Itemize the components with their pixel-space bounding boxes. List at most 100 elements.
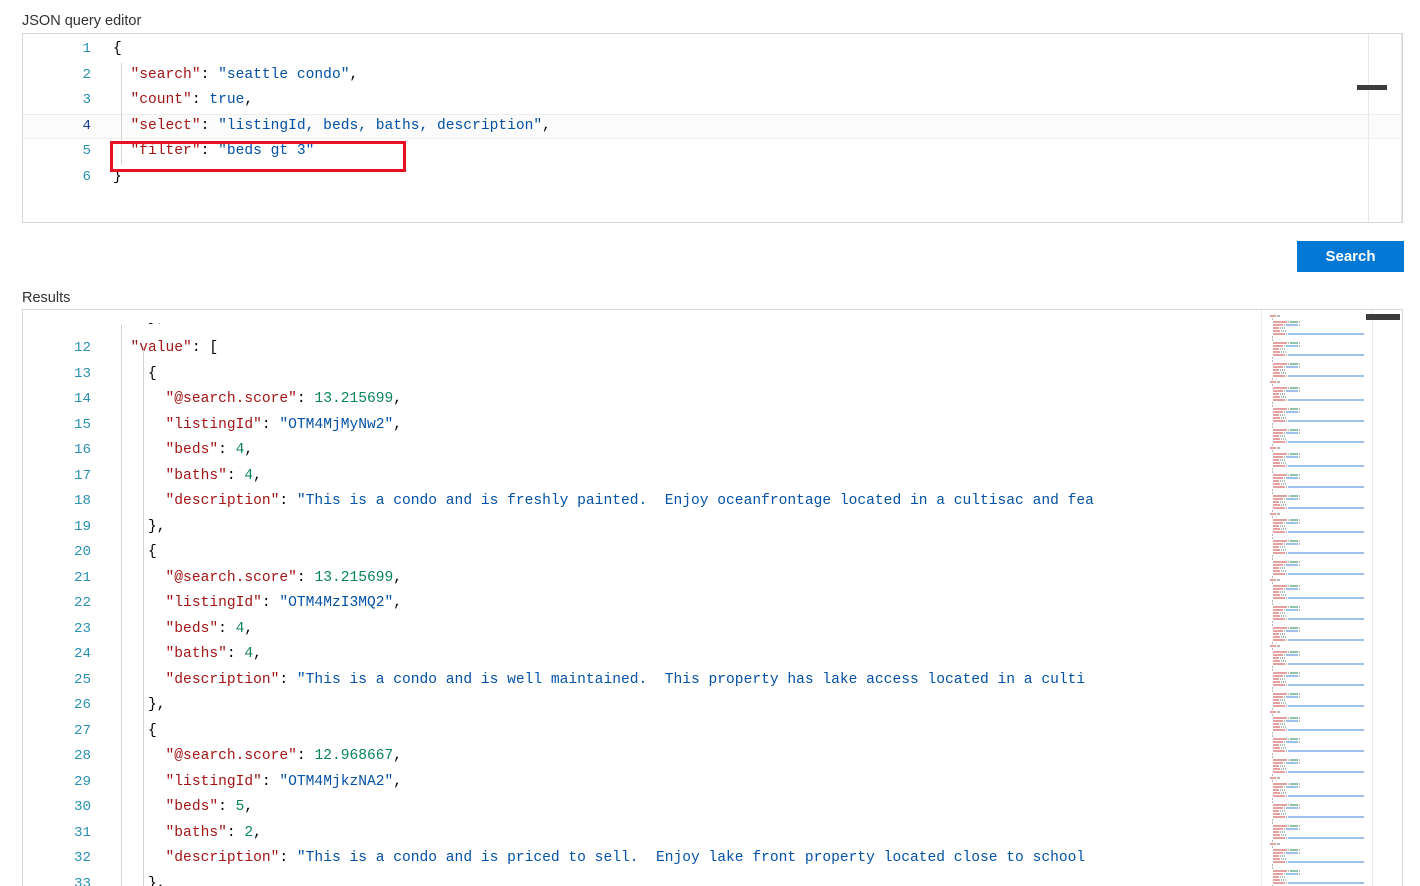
code-token: : (261, 773, 280, 790)
code-token: , (393, 595, 403, 611)
code-token: "listingId" (165, 416, 262, 433)
code-token: , (393, 391, 403, 407)
code-line[interactable]: 33 }, (23, 872, 1402, 886)
line-number: 29 (73, 773, 91, 790)
results-minimap[interactable] (1261, 310, 1372, 886)
code-line-content: "listingId": "OTM4MjMyNw2", (113, 413, 1402, 439)
json-query-editor[interactable]: 1{2 "search": "seattle condo", 3 "count":… (22, 33, 1403, 223)
line-number: 2 (82, 66, 91, 83)
code-token: "@search.score" (165, 748, 297, 764)
code-line-content: "baths": 4, (113, 464, 1402, 490)
code-token: { (113, 722, 157, 739)
code-line-content: "@search.score": 13.215699, (113, 566, 1402, 592)
line-number: 30 (73, 799, 91, 815)
code-line[interactable]: 2 "search": "seattle condo", (23, 63, 1402, 89)
code-token: : (200, 117, 219, 134)
code-line[interactable]: 12 "value": [ (23, 336, 1402, 362)
code-line-content: "search": "seattle condo", (113, 63, 1402, 89)
results-label: Results (22, 290, 71, 306)
code-token: 4 (244, 646, 254, 662)
code-line-content: }, (113, 872, 1402, 886)
code-token: , (393, 748, 403, 764)
code-token: : (296, 391, 315, 407)
code-line[interactable]: 28 "@search.score": 12.968667, (23, 744, 1402, 770)
line-number: 31 (73, 824, 91, 841)
code-token: : (226, 467, 245, 484)
line-number: 24 (73, 646, 91, 662)
code-token: "beds" (165, 799, 219, 815)
code-token: : [ (191, 340, 219, 356)
code-line[interactable]: 18 "description": "This is a condo and i… (23, 489, 1402, 515)
code-token: "description" (165, 671, 280, 688)
code-line[interactable]: 24 "baths": 4, (23, 642, 1402, 668)
code-token: : (200, 66, 219, 83)
code-line[interactable]: 30 "beds": 5, (23, 795, 1402, 821)
code-line[interactable]: 6} (23, 165, 1402, 191)
code-token: "listingId" (165, 773, 262, 790)
code-token: } (113, 168, 122, 185)
search-button[interactable]: Search (1297, 241, 1404, 272)
code-line[interactable]: 25 "description": "This is a condo and i… (23, 668, 1402, 694)
code-token: 12.968667 (314, 748, 394, 764)
json-query-editor-label: JSON query editor (22, 13, 142, 29)
code-token: , (244, 442, 254, 458)
code-line[interactable]: 27 { (23, 719, 1402, 745)
results-code-area[interactable]: }, 12 "value": [13 {14 "@search.score": 1… (23, 310, 1402, 886)
code-token: "select" (130, 117, 201, 134)
code-line[interactable]: 26 }, (23, 693, 1402, 719)
code-line[interactable]: 31 "baths": 2, (23, 821, 1402, 847)
code-line[interactable]: 16 "beds": 4, (23, 438, 1402, 464)
code-token: "This is a condo and is freshly painted.… (296, 493, 1094, 509)
code-token: { (113, 544, 157, 560)
code-line[interactable]: 22 "listingId": "OTM4MzI3MQ2", (23, 591, 1402, 617)
code-line-content: { (113, 362, 1402, 388)
code-line-content: "count": true, (113, 88, 1402, 114)
code-line[interactable]: 23 "beds": 4, (23, 617, 1402, 643)
line-number: 20 (73, 544, 91, 560)
code-token: "description" (165, 493, 280, 509)
code-line[interactable]: 32 "description": "This is a condo and i… (23, 846, 1402, 872)
code-line-content: "description": "This is a condo and is p… (113, 846, 1402, 872)
line-number: 17 (73, 467, 91, 484)
results-scrollbar-thumb[interactable] (1366, 314, 1400, 320)
line-number: 28 (73, 748, 91, 764)
code-token: { (113, 365, 157, 382)
code-line-content: "listingId": "OTM4MjkzNA2", (113, 770, 1402, 796)
code-line[interactable]: 21 "@search.score": 13.215699, (23, 566, 1402, 592)
code-token: , (393, 416, 403, 433)
code-line[interactable]: 20 { (23, 540, 1402, 566)
code-token: : (279, 850, 297, 866)
code-token: "beds gt 3" (218, 143, 315, 159)
line-number: 1 (82, 41, 91, 57)
query-minimap-slider[interactable] (1357, 85, 1387, 90)
line-number: 19 (73, 518, 91, 535)
query-code-area[interactable]: 1{2 "search": "seattle condo", 3 "count":… (23, 34, 1402, 222)
code-token: , (349, 66, 359, 83)
code-token: "baths" (165, 824, 227, 841)
line-number: 5 (82, 143, 91, 159)
code-token: : (226, 646, 245, 662)
code-line[interactable]: 13 { (23, 362, 1402, 388)
code-line[interactable]: 29 "listingId": "OTM4MjkzNA2", (23, 770, 1402, 796)
code-token: : (191, 92, 210, 108)
code-line-content: "@search.score": 12.968667, (113, 744, 1402, 770)
code-line[interactable]: 19 }, (23, 515, 1402, 541)
code-line-content: "baths": 2, (113, 821, 1402, 847)
code-line[interactable]: 14 "@search.score": 13.215699, (23, 387, 1402, 413)
code-token: : (261, 595, 280, 611)
code-token: "listingId" (165, 595, 262, 611)
code-line[interactable]: 4 "select": "listingId, beds, baths, des… (23, 113, 1402, 139)
code-line[interactable]: 5 "filter": "beds gt 3" (23, 139, 1402, 165)
line-number: 33 (73, 875, 91, 886)
code-token: "@search.score" (165, 391, 297, 407)
code-line-content: "beds": 4, (113, 438, 1402, 464)
code-line[interactable]: 15 "listingId": "OTM4MjMyNw2", (23, 413, 1402, 439)
code-token: "value" (130, 340, 192, 356)
code-line[interactable]: 1{ (23, 37, 1402, 63)
results-editor[interactable]: }, 12 "value": [13 {14 "@search.score": 1… (22, 309, 1403, 886)
code-token: : (218, 442, 236, 458)
code-token: : (279, 493, 297, 509)
code-token: "beds" (165, 442, 219, 458)
code-line[interactable]: 17 "baths": 4, (23, 464, 1402, 490)
code-line[interactable]: 3 "count": true, (23, 88, 1402, 114)
